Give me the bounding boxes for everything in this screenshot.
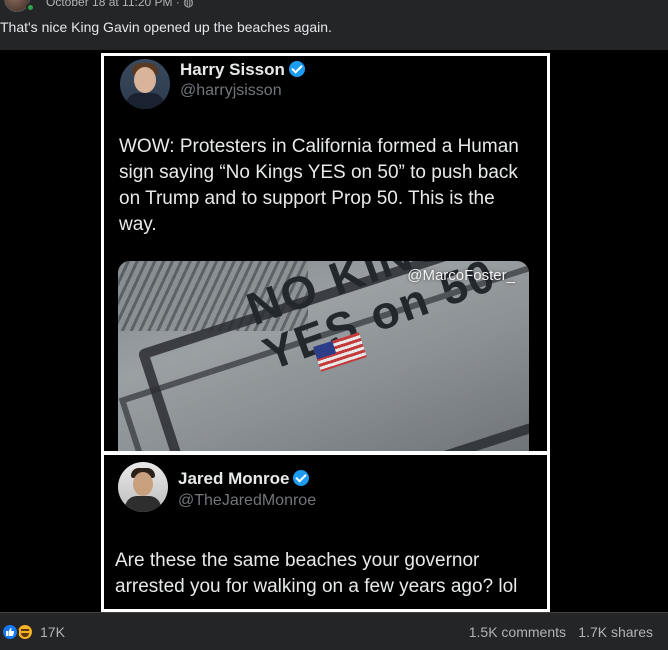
tweet-harry-sisson: Harry Sisson @harryjsisson WOW: Proteste…: [104, 56, 547, 451]
tweet-author-name: Jared Monroe: [178, 469, 290, 488]
tweet-body: WOW: Protesters in California formed a H…: [119, 136, 519, 235]
tweet-image: NO KINGS YES on 50 @MarcoFoster_: [118, 261, 529, 451]
post-header: October 18 at 11:20 PM · ◍: [0, 0, 668, 14]
globe-icon: ◍: [183, 0, 194, 9]
shares-link[interactable]: 1.7K shares: [578, 624, 653, 640]
engagement-bar: 17K 1.5K comments 1.7K shares: [0, 612, 668, 650]
tweet-avatar: [118, 462, 168, 512]
comments-link[interactable]: 1.5K comments: [469, 624, 566, 640]
image-watermark: @MarcoFoster_: [407, 267, 515, 284]
tweet-body: Are these the same beaches your governor…: [115, 550, 518, 597]
verified-badge-icon: [293, 470, 310, 486]
like-reaction-icon[interactable]: [1, 623, 19, 641]
post-text: That's nice King Gavin opened up the bea…: [0, 19, 332, 35]
post-timestamp[interactable]: October 18 at 11:20 PM ·: [46, 0, 183, 9]
reaction-count[interactable]: 17K: [40, 624, 65, 640]
tweet-jared-monroe: Jared Monroe @TheJaredMonroe Are these t…: [104, 455, 547, 609]
tweet-author-name: Harry Sisson: [180, 60, 285, 79]
tweet-author-handle: @TheJaredMonroe: [178, 492, 317, 509]
post-media[interactable]: Harry Sisson @harryjsisson WOW: Proteste…: [0, 50, 668, 612]
verified-badge-icon: [288, 61, 305, 77]
online-status-icon: [26, 3, 35, 12]
tweet-author-handle: @harryjsisson: [180, 82, 282, 99]
tweet-avatar: [120, 59, 170, 109]
tweet-screenshot: Harry Sisson @harryjsisson WOW: Proteste…: [101, 53, 550, 612]
